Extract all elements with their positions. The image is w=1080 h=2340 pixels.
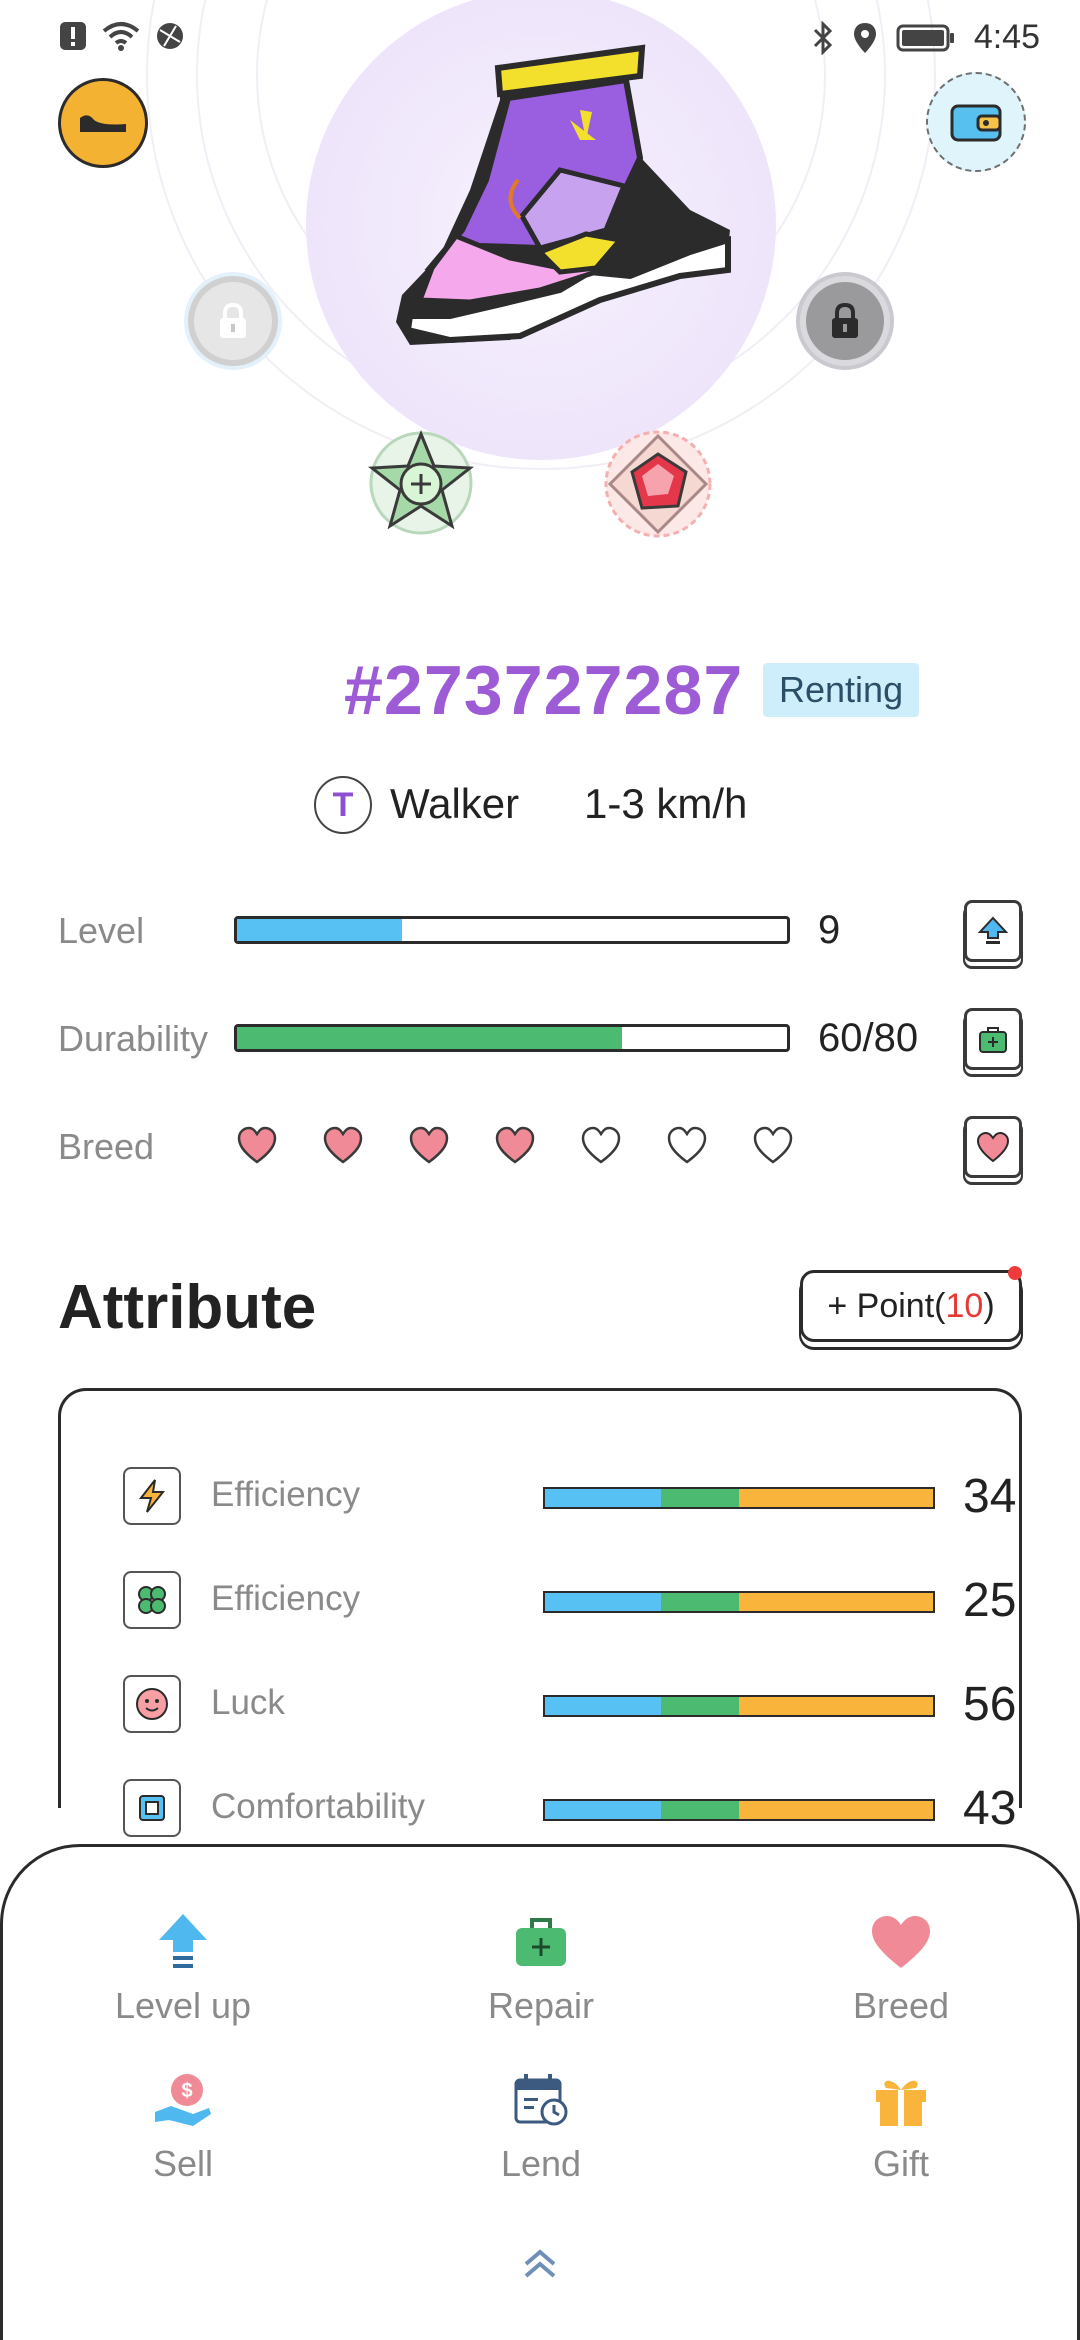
status-badge: Renting	[763, 663, 920, 717]
add-point-button[interactable]: + Point(10)	[800, 1270, 1022, 1342]
attribute-bar	[543, 1591, 935, 1613]
shoe-back-icon	[80, 115, 126, 132]
smile-icon	[123, 1675, 181, 1733]
shoe-id: #273727287	[344, 651, 744, 729]
gift-button[interactable]: Gift	[791, 2065, 1011, 2205]
breed-label-action: Breed	[852, 1985, 950, 2026]
sell-label: Sell	[152, 2143, 214, 2184]
attribute-value: 34	[963, 1470, 1017, 1523]
wallet-button[interactable]	[926, 72, 1026, 172]
breed-label: Breed	[58, 1126, 155, 1167]
breed-button[interactable]: Breed	[791, 1907, 1011, 2047]
data-icon	[157, 23, 183, 49]
repair-button[interactable]: Repair	[431, 1907, 651, 2047]
chip-icon	[123, 1779, 181, 1837]
lend-button[interactable]: Lend	[431, 2065, 651, 2205]
alert-icon	[60, 22, 86, 50]
lock-icon	[832, 302, 858, 338]
attribute-value: 56	[963, 1678, 1017, 1731]
breed-heart-filled-icon	[237, 1126, 277, 1164]
upgrade-arrow-icon	[977, 916, 1009, 944]
breed-heart-empty-icon	[753, 1126, 793, 1164]
sell-button[interactable]: $ Sell	[73, 2065, 293, 2205]
battery-icon	[896, 24, 954, 51]
durability-label: Durability	[58, 1018, 209, 1059]
breed-icon	[872, 1916, 930, 1968]
wifi-icon	[102, 22, 140, 51]
attribute-value: 25	[963, 1574, 1017, 1627]
point-prefix: + Point(	[827, 1286, 946, 1325]
bluetooth-icon	[813, 20, 832, 55]
attribute-bar	[543, 1695, 935, 1717]
breed-heart-filled-icon	[409, 1126, 449, 1164]
attribute-bar	[543, 1487, 935, 1509]
attribute-label: Luck	[211, 1683, 285, 1722]
star-badge-icon[interactable]	[366, 428, 476, 538]
attribute-label: Efficiency	[211, 1579, 361, 1618]
level-up-side-button[interactable]	[964, 900, 1022, 962]
breed-hearts	[236, 1125, 794, 1165]
attribute-row: Efficiency 34	[123, 1467, 1016, 1527]
sneaker-image[interactable]	[390, 40, 740, 360]
wallet-icon	[950, 104, 1002, 142]
lend-icon	[514, 2074, 568, 2126]
level-label: Level	[58, 910, 145, 951]
level-up-icon	[159, 1914, 207, 1968]
point-count: 10	[945, 1286, 984, 1325]
svg-text:$: $	[181, 2080, 192, 2102]
attribute-row: Luck 56	[123, 1675, 1016, 1735]
attribute-card: Efficiency 34 Efficiency 25 Luck 56 Comf…	[58, 1388, 1022, 1837]
attribute-label: Efficiency	[211, 1475, 361, 1514]
attribute-bar	[543, 1799, 935, 1821]
breed-heart-filled-icon	[323, 1126, 363, 1164]
breed-heart-empty-icon	[581, 1126, 621, 1164]
level-value: 9	[818, 908, 841, 952]
clock: 4:45	[973, 18, 1040, 56]
type-badge-icon: T	[314, 776, 372, 834]
attribute-label: Comfortability	[211, 1787, 425, 1826]
durability-bar	[234, 1024, 790, 1052]
repair-icon	[516, 1918, 566, 1966]
clover-icon	[123, 1571, 181, 1629]
gem-badge-icon[interactable]	[602, 428, 714, 540]
level-up-button[interactable]: Level up	[73, 1907, 293, 2047]
level-bar-fill	[237, 919, 402, 941]
repair-side-button[interactable]	[964, 1008, 1022, 1070]
breed-heart-empty-icon	[667, 1126, 707, 1164]
attribute-row: Efficiency 25	[123, 1571, 1016, 1631]
lightning-icon	[123, 1467, 181, 1525]
level-up-label: Level up	[114, 1985, 252, 2026]
lend-label: Lend	[500, 2143, 582, 2184]
shoe-type-row: T Walker 1-3 km/h	[0, 772, 1080, 842]
attribute-title: Attribute	[58, 1273, 317, 1342]
status-bar: 4:45	[0, 0, 1080, 72]
level-bar	[234, 916, 790, 944]
breed-heart-filled-icon	[495, 1126, 535, 1164]
speed-range: 1-3 km/h	[584, 780, 748, 827]
durability-bar-fill	[237, 1027, 622, 1049]
expand-chevron-icon[interactable]	[520, 2248, 560, 2280]
lock-icon	[220, 302, 246, 338]
back-button[interactable]	[58, 78, 148, 168]
shoe-type: Walker	[390, 780, 520, 827]
type-letter: T	[332, 785, 354, 824]
breed-side-button[interactable]	[964, 1116, 1022, 1178]
locked-slot-left[interactable]	[188, 276, 278, 366]
durability-value: 60/80	[818, 1016, 919, 1060]
notification-dot	[1008, 1266, 1022, 1280]
repair-kit-icon	[979, 1027, 1007, 1053]
point-suffix: )	[983, 1286, 995, 1325]
shoe-id-row: #273727287 Renting	[0, 650, 1080, 730]
location-icon	[853, 22, 876, 53]
gift-icon	[876, 2080, 926, 2126]
sell-icon: $	[155, 2074, 211, 2126]
attribute-value: 43	[963, 1782, 1017, 1835]
attribute-row: Comfortability 43	[123, 1779, 1016, 1839]
locked-slot-right[interactable]	[800, 276, 890, 366]
heart-icon	[976, 1131, 1010, 1163]
repair-label: Repair	[487, 1985, 595, 2026]
gift-label: Gift	[872, 2143, 929, 2184]
sneaker-hero	[0, 0, 1080, 600]
